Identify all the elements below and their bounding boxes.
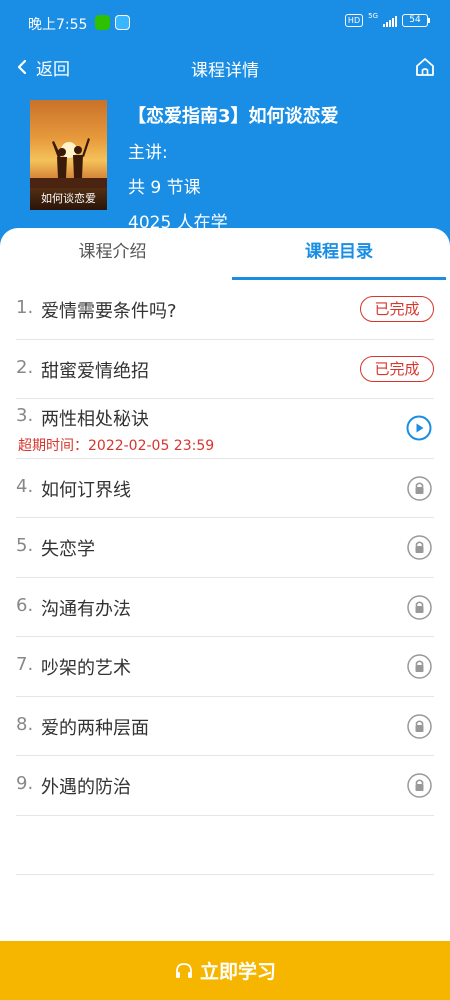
lock-icon	[407, 713, 432, 739]
lesson-number: 7.	[16, 654, 34, 675]
headphones-icon	[175, 962, 192, 978]
lesson-title: 如何订界线	[41, 479, 131, 501]
lesson-item[interactable]: 4. 如何订界线	[16, 459, 434, 518]
lock-icon	[407, 654, 432, 679]
course-title: 【恋爱指南3】如何谈恋爱	[128, 106, 339, 127]
lesson-number: 6.	[16, 594, 34, 616]
course-content-card: 课程介绍 课程目录 1. 爱情需要条件吗? 已完成 2. 甜蜜爱情绝招 已完成 …	[0, 228, 450, 1000]
lesson-list: 1. 爱情需要条件吗? 已完成 2. 甜蜜爱情绝招 已完成 3. 两性相处秘诀 …	[16, 280, 434, 875]
course-lesson-count: 共 9 节课	[128, 178, 201, 198]
lesson-title: 爱的两种层面	[41, 717, 149, 739]
lesson-item[interactable]: 6. 沟通有办法	[16, 578, 434, 637]
course-info: 【恋爱指南3】如何谈恋爱 主讲: 共 9 节课 4025 人在学	[128, 102, 438, 233]
status-indicators: HD 5G 54	[344, 11, 430, 27]
tab-course-catalog[interactable]: 课程目录	[232, 228, 446, 280]
lesson-title: 甜蜜爱情绝招	[41, 360, 149, 382]
status-bar: 晚上7:55 HD 5G 54	[0, 0, 450, 44]
wechat-notification-icon	[95, 15, 110, 30]
lesson-number: 3.	[16, 405, 34, 426]
lesson-expire-time: 超期时间：2022-02-05 23:59	[18, 438, 215, 454]
lesson-title: 失恋学	[41, 539, 95, 560]
course-lecturer: 主讲:	[128, 143, 168, 163]
status-time: 晚上7:55	[28, 17, 88, 33]
start-learning-label: 立即学习	[199, 961, 276, 983]
page-title: 课程详情	[191, 61, 259, 81]
tab-course-intro[interactable]: 课程介绍	[0, 228, 225, 280]
completed-badge: 已完成	[360, 296, 434, 322]
hd-badge: HD	[344, 14, 364, 27]
lock-icon	[407, 594, 432, 620]
lesson-number: 5.	[16, 535, 34, 556]
cover-title-text: 如何谈恋爱	[30, 188, 107, 210]
lesson-number: 1.	[16, 297, 34, 318]
lesson-title: 沟通有办法	[41, 598, 131, 620]
lesson-item[interactable]: 5. 失恋学	[16, 518, 434, 578]
start-learning-button[interactable]: 立即学习	[0, 941, 450, 1000]
lesson-list-spacer	[16, 816, 434, 875]
nav-bar: 返回 课程详情	[0, 44, 450, 90]
lesson-title: 爱情需要条件吗?	[41, 301, 177, 322]
lesson-item[interactable]: 7. 吵架的艺术	[16, 637, 434, 697]
lock-icon	[407, 535, 432, 560]
app-notification-icon	[115, 15, 130, 30]
course-header: 晚上7:55 HD 5G 54 返回 课程详情 如何谈恋爱 【恋爱指南3】如何谈…	[0, 0, 450, 250]
lesson-item[interactable]: 8. 爱的两种层面	[16, 697, 434, 756]
lock-icon	[407, 475, 432, 501]
lesson-item[interactable]: 9. 外遇的防治	[16, 756, 434, 816]
lesson-title: 两性相处秘诀	[41, 409, 149, 430]
lock-icon	[407, 773, 432, 798]
lesson-title: 吵架的艺术	[41, 658, 131, 679]
lesson-number: 9.	[16, 773, 34, 794]
lesson-number: 8.	[16, 713, 34, 735]
home-icon[interactable]	[414, 56, 436, 78]
cover-ground	[30, 178, 107, 188]
lesson-item[interactable]: 2. 甜蜜爱情绝招 已完成	[16, 340, 434, 399]
lesson-number: 4.	[16, 475, 34, 497]
lesson-number: 2.	[16, 356, 34, 378]
battery-icon: 54	[402, 14, 430, 27]
network-type-label: 5G	[368, 11, 378, 20]
course-tabs: 课程介绍 课程目录	[0, 228, 450, 280]
signal-icon	[383, 15, 397, 27]
play-icon[interactable]	[406, 415, 432, 441]
lesson-item-current[interactable]: 3. 两性相处秘诀 超期时间：2022-02-05 23:59	[16, 399, 434, 459]
completed-badge: 已完成	[360, 355, 434, 382]
lesson-title: 外遇的防治	[41, 777, 131, 798]
lesson-item[interactable]: 1. 爱情需要条件吗? 已完成	[16, 280, 434, 340]
cover-silhouette	[52, 138, 90, 178]
course-cover-image: 如何谈恋爱	[30, 100, 107, 210]
